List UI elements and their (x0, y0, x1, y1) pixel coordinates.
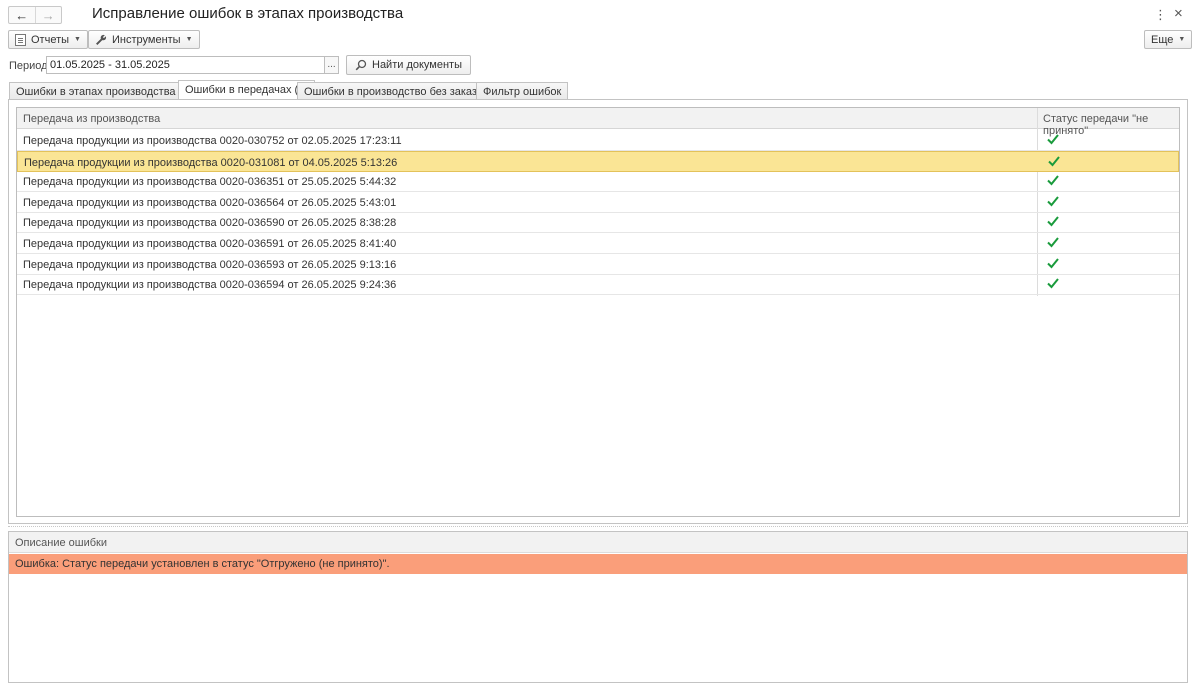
period-choose-button[interactable]: ... (324, 56, 339, 74)
check-icon (1047, 237, 1059, 248)
chevron-down-icon: ▼ (74, 36, 81, 43)
transfer-document-cell: Передача продукции из производства 0020-… (24, 156, 398, 169)
table-header: Передача из производства Статус передачи… (17, 108, 1179, 137)
chevron-down-icon: ▼ (1178, 36, 1186, 43)
page-title: Исправление ошибок в этапах производства (92, 5, 404, 22)
error-description-panel: Описание ошибки Ошибка: Статус передачи … (8, 531, 1188, 683)
close-icon[interactable]: × (1174, 5, 1183, 22)
table-row[interactable]: Передача продукции из производства 0020-… (17, 233, 1179, 254)
check-icon (1047, 134, 1059, 145)
reports-button-label: Отчеты (31, 33, 70, 46)
transfer-document-cell: Передача продукции из производства 0020-… (23, 279, 397, 292)
more-button-label: Еще (1151, 33, 1174, 46)
period-input[interactable]: 01.05.2025 - 31.05.2025 (46, 56, 325, 74)
period-label: Период: (9, 60, 51, 72)
more-actions-icon[interactable]: ⋮ (1154, 7, 1167, 23)
reports-button[interactable]: Отчеты ▼ (8, 30, 88, 49)
check-icon (1047, 257, 1059, 269)
report-icon (15, 33, 26, 46)
check-icon (1048, 155, 1060, 167)
table-row[interactable]: Передача продукции из производства 0020-… (17, 130, 1179, 151)
wrench-icon (96, 34, 107, 45)
check-icon (1047, 278, 1059, 289)
check-icon (1047, 175, 1059, 186)
error-description-header: Описание ошибки (9, 532, 1187, 553)
find-documents-button[interactable]: Найти документы (346, 55, 471, 75)
table-row[interactable]: Передача продукции из производства 0020-… (17, 150, 1179, 172)
check-icon (1047, 196, 1059, 207)
transfer-document-cell: Передача продукции из производства 0020-… (23, 217, 397, 230)
table-row[interactable]: Передача продукции из производства 0020-… (17, 192, 1179, 213)
magnifier-icon (355, 59, 367, 71)
find-documents-label: Найти документы (372, 59, 462, 71)
transfer-document-cell: Передача продукции из производства 0020-… (23, 238, 397, 250)
forward-arrow-icon[interactable]: → (34, 7, 62, 23)
table-row[interactable]: Передача продукции из производства 0020-… (17, 212, 1179, 234)
tools-button-label: Инструменты (112, 33, 181, 46)
panel-splitter[interactable] (8, 526, 1188, 527)
column-header-transfer[interactable]: Передача из производства (23, 113, 160, 125)
transfer-document-cell: Передача продукции из производства 0020-… (23, 258, 397, 271)
tab-transfer-errors[interactable]: Ошибки в передачах (8) (178, 80, 315, 101)
tools-button[interactable]: Инструменты ▼ (88, 30, 200, 49)
transfer-document-cell: Передача продукции из производства 0020-… (23, 176, 397, 189)
transfer-document-cell: Передача продукции из производства 0020-… (23, 196, 397, 209)
error-message-row[interactable]: Ошибка: Статус передачи установлен в ста… (9, 554, 1187, 574)
table-row[interactable]: Передача продукции из производства 0020-… (17, 254, 1179, 275)
transfers-table[interactable]: Передача из производства Статус передачи… (16, 107, 1180, 517)
more-button[interactable]: Еще ▼ (1144, 30, 1193, 49)
chevron-down-icon: ▼ (185, 36, 193, 43)
transfer-document-cell: Передача продукции из производства 0020-… (23, 135, 402, 147)
history-nav: ← → (8, 6, 62, 24)
check-icon (1047, 216, 1059, 227)
table-row[interactable]: Передача продукции из производства 0020-… (17, 171, 1179, 193)
table-row[interactable]: Передача продукции из производства 0020-… (17, 274, 1179, 296)
back-arrow-icon[interactable]: ← (9, 7, 35, 23)
